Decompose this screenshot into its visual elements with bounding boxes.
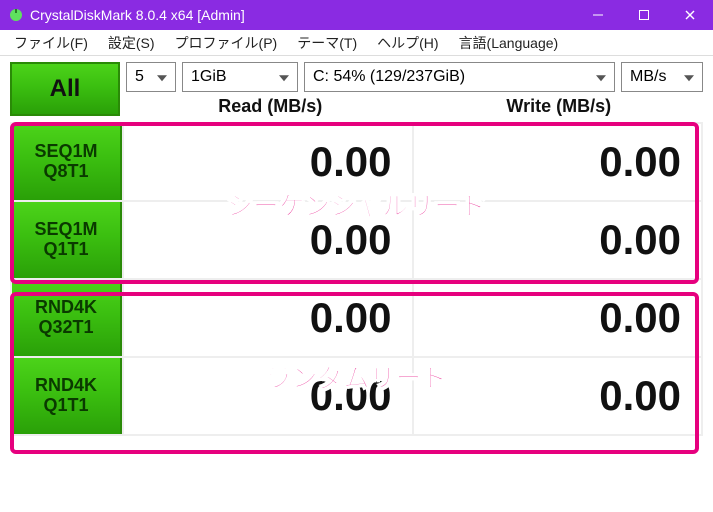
size-value: 1GiB — [191, 68, 227, 86]
test-label-line2: Q8T1 — [43, 162, 88, 182]
table-row: SEQ1M Q8T1 0.00 0.00 — [10, 122, 703, 202]
drive-select[interactable]: C: 54% (129/237GiB) — [304, 62, 615, 92]
titlebar: CrystalDiskMark 8.0.4 x64 [Admin] — [0, 0, 713, 30]
close-button[interactable] — [667, 0, 713, 30]
read-value: 0.00 — [122, 280, 412, 356]
table-row: RND4K Q32T1 0.00 0.00 — [10, 278, 703, 358]
column-headers: Read (MB/s) Write (MB/s) — [126, 96, 703, 120]
menubar: ファイル(F) 設定(S) プロファイル(P) テーマ(T) ヘルプ(H) 言語… — [0, 30, 713, 56]
menu-help[interactable]: ヘルプ(H) — [367, 31, 448, 55]
read-value: 0.00 — [122, 358, 412, 434]
write-header: Write (MB/s) — [415, 96, 704, 120]
test-label-line1: SEQ1M — [34, 142, 97, 162]
controls-row: All 5 1GiB C: 54% (129/237GiB) MB/s Read… — [0, 56, 713, 122]
test-label-line2: Q32T1 — [38, 318, 93, 338]
write-value: 0.00 — [412, 358, 702, 434]
window-controls — [575, 0, 713, 30]
table-row: SEQ1M Q1T1 0.00 0.00 — [10, 200, 703, 280]
write-value: 0.00 — [412, 202, 702, 278]
results-grid: SEQ1M Q8T1 0.00 0.00 SEQ1M Q1T1 0.00 0.0… — [0, 122, 713, 446]
test-label-line2: Q1T1 — [43, 240, 88, 260]
read-header: Read (MB/s) — [126, 96, 415, 120]
unit-value: MB/s — [630, 68, 666, 86]
menu-theme[interactable]: テーマ(T) — [287, 31, 367, 55]
test-label-line2: Q1T1 — [43, 396, 88, 416]
test-label-line1: SEQ1M — [34, 220, 97, 240]
window-title: CrystalDiskMark 8.0.4 x64 [Admin] — [30, 7, 245, 23]
test-label-line1: RND4K — [35, 298, 97, 318]
menu-file[interactable]: ファイル(F) — [4, 31, 98, 55]
run-all-button[interactable]: All — [10, 62, 120, 116]
menu-settings[interactable]: 設定(S) — [98, 31, 165, 55]
menu-language[interactable]: 言語(Language) — [449, 31, 569, 55]
table-row: RND4K Q1T1 0.00 0.00 — [10, 356, 703, 436]
test-button-rnd4k-q1t1[interactable]: RND4K Q1T1 — [12, 358, 122, 434]
menu-profile[interactable]: プロファイル(P) — [165, 31, 288, 55]
count-value: 5 — [135, 68, 144, 86]
app-icon — [8, 7, 24, 23]
size-select[interactable]: 1GiB — [182, 62, 298, 92]
unit-select[interactable]: MB/s — [621, 62, 703, 92]
read-value: 0.00 — [122, 124, 412, 200]
test-button-seq1m-q8t1[interactable]: SEQ1M Q8T1 — [12, 124, 122, 200]
test-label-line1: RND4K — [35, 376, 97, 396]
test-button-rnd4k-q32t1[interactable]: RND4K Q32T1 — [12, 280, 122, 356]
test-button-seq1m-q1t1[interactable]: SEQ1M Q1T1 — [12, 202, 122, 278]
read-value: 0.00 — [122, 202, 412, 278]
write-value: 0.00 — [412, 280, 702, 356]
count-select[interactable]: 5 — [126, 62, 176, 92]
drive-value: C: 54% (129/237GiB) — [313, 68, 465, 86]
minimize-button[interactable] — [575, 0, 621, 30]
write-value: 0.00 — [412, 124, 702, 200]
maximize-button[interactable] — [621, 0, 667, 30]
